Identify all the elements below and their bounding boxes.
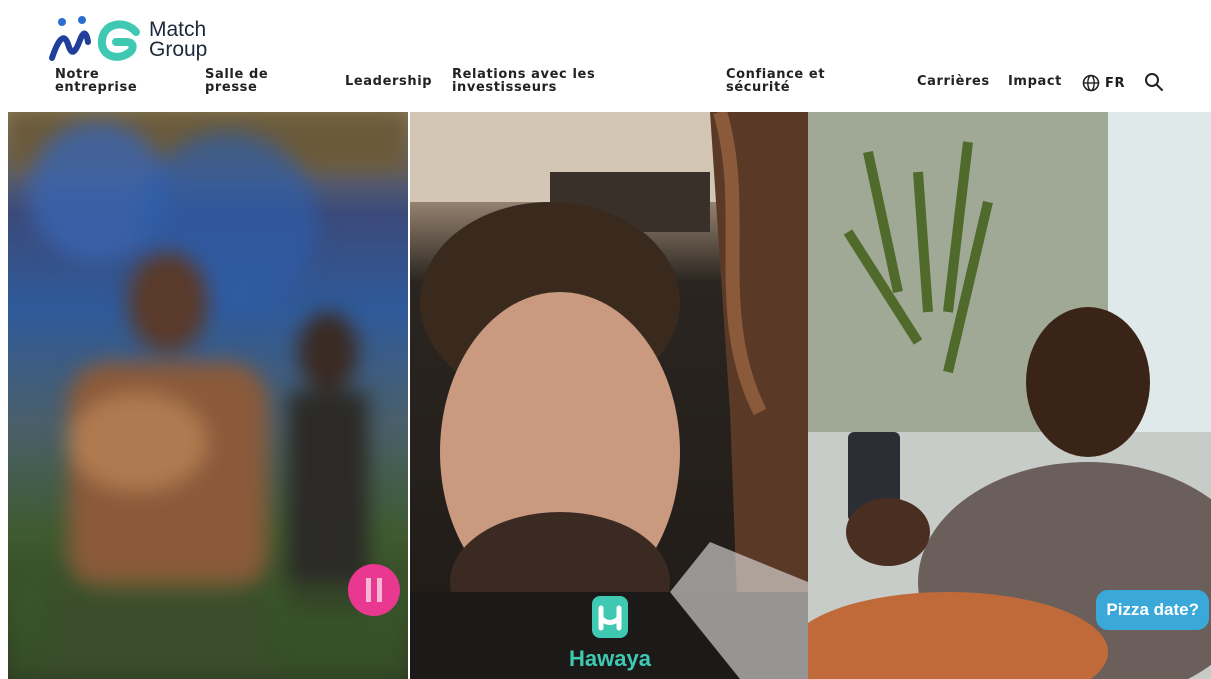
hero-panel-pizza-date: Pizza date? (808, 112, 1211, 679)
hawaya-label: Hawaya (569, 646, 651, 671)
nav-notre-entreprise[interactable]: Notre entreprise (55, 68, 137, 94)
nav-leadership[interactable]: Leadership (345, 75, 432, 88)
nav-carrieres[interactable]: Carrières (917, 75, 990, 88)
match-group-logo-mark-icon (49, 16, 140, 61)
nav-relations-investisseurs[interactable]: Relations avec les investisseurs (452, 68, 595, 94)
nav-salle-de-presse[interactable]: Salle de presse (205, 68, 268, 94)
globe-icon (1082, 74, 1100, 92)
hawaya-heart-icon (592, 596, 628, 638)
search-button[interactable] (1144, 72, 1164, 96)
language-code: FR (1105, 75, 1126, 91)
nav-confiance-securite[interactable]: Confiance et sécurité (726, 68, 825, 94)
hero-panel-dance (8, 112, 408, 679)
pizza-date-chat-bubble: Pizza date? (1096, 590, 1209, 630)
site-header: Match Group Notre entreprise Salle de pr… (0, 0, 1211, 112)
language-selector[interactable]: FR (1082, 74, 1125, 92)
nav-impact[interactable]: Impact (1008, 75, 1062, 88)
hero-video-strip: Hawaya Pizza date? (8, 112, 1211, 679)
match-group-logo[interactable]: Match Group (46, 10, 207, 70)
pink-circle-icon (348, 564, 400, 616)
brand-name: Match Group (149, 18, 208, 61)
hawaya-logo: Hawaya (561, 594, 659, 672)
main-nav: Notre entreprise Salle de presse Leaders… (0, 64, 1211, 104)
hero-panel-hawaya: Hawaya (410, 112, 808, 679)
search-icon (1145, 73, 1163, 91)
